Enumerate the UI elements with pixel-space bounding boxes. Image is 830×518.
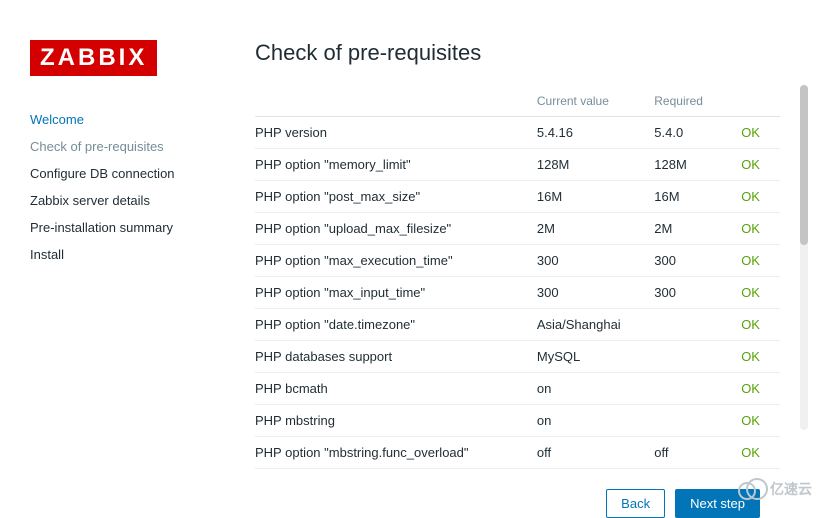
watermark: 亿速云 (738, 479, 812, 499)
cell-current: 128M (537, 149, 654, 181)
cell-status: OK (741, 437, 780, 469)
table-row: PHP option "max_input_time"300300OK (255, 277, 780, 309)
table-row: PHP option "date.timezone"Asia/Shanghai O… (255, 309, 780, 341)
cell-status: OK (741, 405, 780, 437)
cell-required: 2M (654, 213, 741, 245)
cell-required (654, 373, 741, 405)
cell-status: OK (741, 277, 780, 309)
watermark-text: 亿速云 (770, 479, 812, 499)
scrollbar-track[interactable] (800, 85, 808, 430)
cell-required: 128M (654, 149, 741, 181)
cell-required: 16M (654, 181, 741, 213)
table-row: PHP bcmathon OK (255, 373, 780, 405)
table-row: PHP option "upload_max_filesize"2M2MOK (255, 213, 780, 245)
cell-name: PHP option "max_execution_time" (255, 245, 537, 277)
cell-required (654, 405, 741, 437)
scrollbar-thumb[interactable] (800, 85, 808, 245)
nav-item-preinstall-summary: Pre-installation summary (30, 214, 215, 241)
cell-status: OK (741, 309, 780, 341)
cell-required: 5.4.0 (654, 117, 741, 149)
table-row: PHP option "post_max_size"16M16MOK (255, 181, 780, 213)
cell-required: 300 (654, 277, 741, 309)
cell-name: PHP option "post_max_size" (255, 181, 537, 213)
cell-current: 5.4.16 (537, 117, 654, 149)
cell-current: 2M (537, 213, 654, 245)
nav-item-prerequisites[interactable]: Check of pre-requisites (30, 133, 215, 160)
cell-name: PHP version (255, 117, 537, 149)
nav-item-install: Install (30, 241, 215, 268)
col-header-required: Required (654, 86, 741, 117)
cell-name: PHP option "mbstring.func_overload" (255, 437, 537, 469)
cell-current: MySQL (537, 341, 654, 373)
table-row: PHP databases supportMySQL OK (255, 341, 780, 373)
table-row: PHP option "mbstring.func_overload"offof… (255, 437, 780, 469)
cell-required: off (654, 437, 741, 469)
cell-name: PHP option "date.timezone" (255, 309, 537, 341)
nav-item-configure-db: Configure DB connection (30, 160, 215, 187)
cell-status: OK (741, 341, 780, 373)
cell-name: PHP option "max_input_time" (255, 277, 537, 309)
cell-required (654, 309, 741, 341)
cell-status: OK (741, 213, 780, 245)
nav-list: Welcome Check of pre-requisites Configur… (30, 106, 215, 268)
sidebar: ZABBIX Welcome Check of pre-requisites C… (30, 40, 215, 518)
table-row: PHP mbstringon OK (255, 405, 780, 437)
zabbix-logo: ZABBIX (30, 40, 157, 76)
cell-status: OK (741, 149, 780, 181)
cell-required: 300 (654, 245, 741, 277)
cell-current: on (537, 405, 654, 437)
col-header-name (255, 86, 537, 117)
nav-item-welcome[interactable]: Welcome (30, 106, 215, 133)
table-row: PHP option "max_execution_time"300300OK (255, 245, 780, 277)
cell-current: 16M (537, 181, 654, 213)
cell-status: OK (741, 181, 780, 213)
prerequisites-table: Current value Required PHP version5.4.16… (255, 86, 780, 469)
back-button[interactable]: Back (606, 489, 665, 518)
cell-status: OK (741, 245, 780, 277)
cell-current: 300 (537, 245, 654, 277)
cell-status: OK (741, 117, 780, 149)
cell-status: OK (741, 373, 780, 405)
nav-item-server-details: Zabbix server details (30, 187, 215, 214)
table-row: PHP version5.4.165.4.0OK (255, 117, 780, 149)
cell-current: Asia/Shanghai (537, 309, 654, 341)
page-title: Check of pre-requisites (255, 40, 780, 66)
cloud-icon (738, 480, 766, 498)
cell-name: PHP option "memory_limit" (255, 149, 537, 181)
cell-current: off (537, 437, 654, 469)
cell-name: PHP bcmath (255, 373, 537, 405)
cell-name: PHP mbstring (255, 405, 537, 437)
table-header-row: Current value Required (255, 86, 780, 117)
cell-name: PHP option "upload_max_filesize" (255, 213, 537, 245)
cell-current: on (537, 373, 654, 405)
cell-required (654, 341, 741, 373)
main-content: Check of pre-requisites Current value Re… (255, 40, 800, 518)
footer-buttons: Back Next step (255, 489, 780, 518)
cell-current: 300 (537, 277, 654, 309)
col-header-status (741, 86, 780, 117)
cell-name: PHP databases support (255, 341, 537, 373)
table-row: PHP option "memory_limit"128M128MOK (255, 149, 780, 181)
col-header-current: Current value (537, 86, 654, 117)
